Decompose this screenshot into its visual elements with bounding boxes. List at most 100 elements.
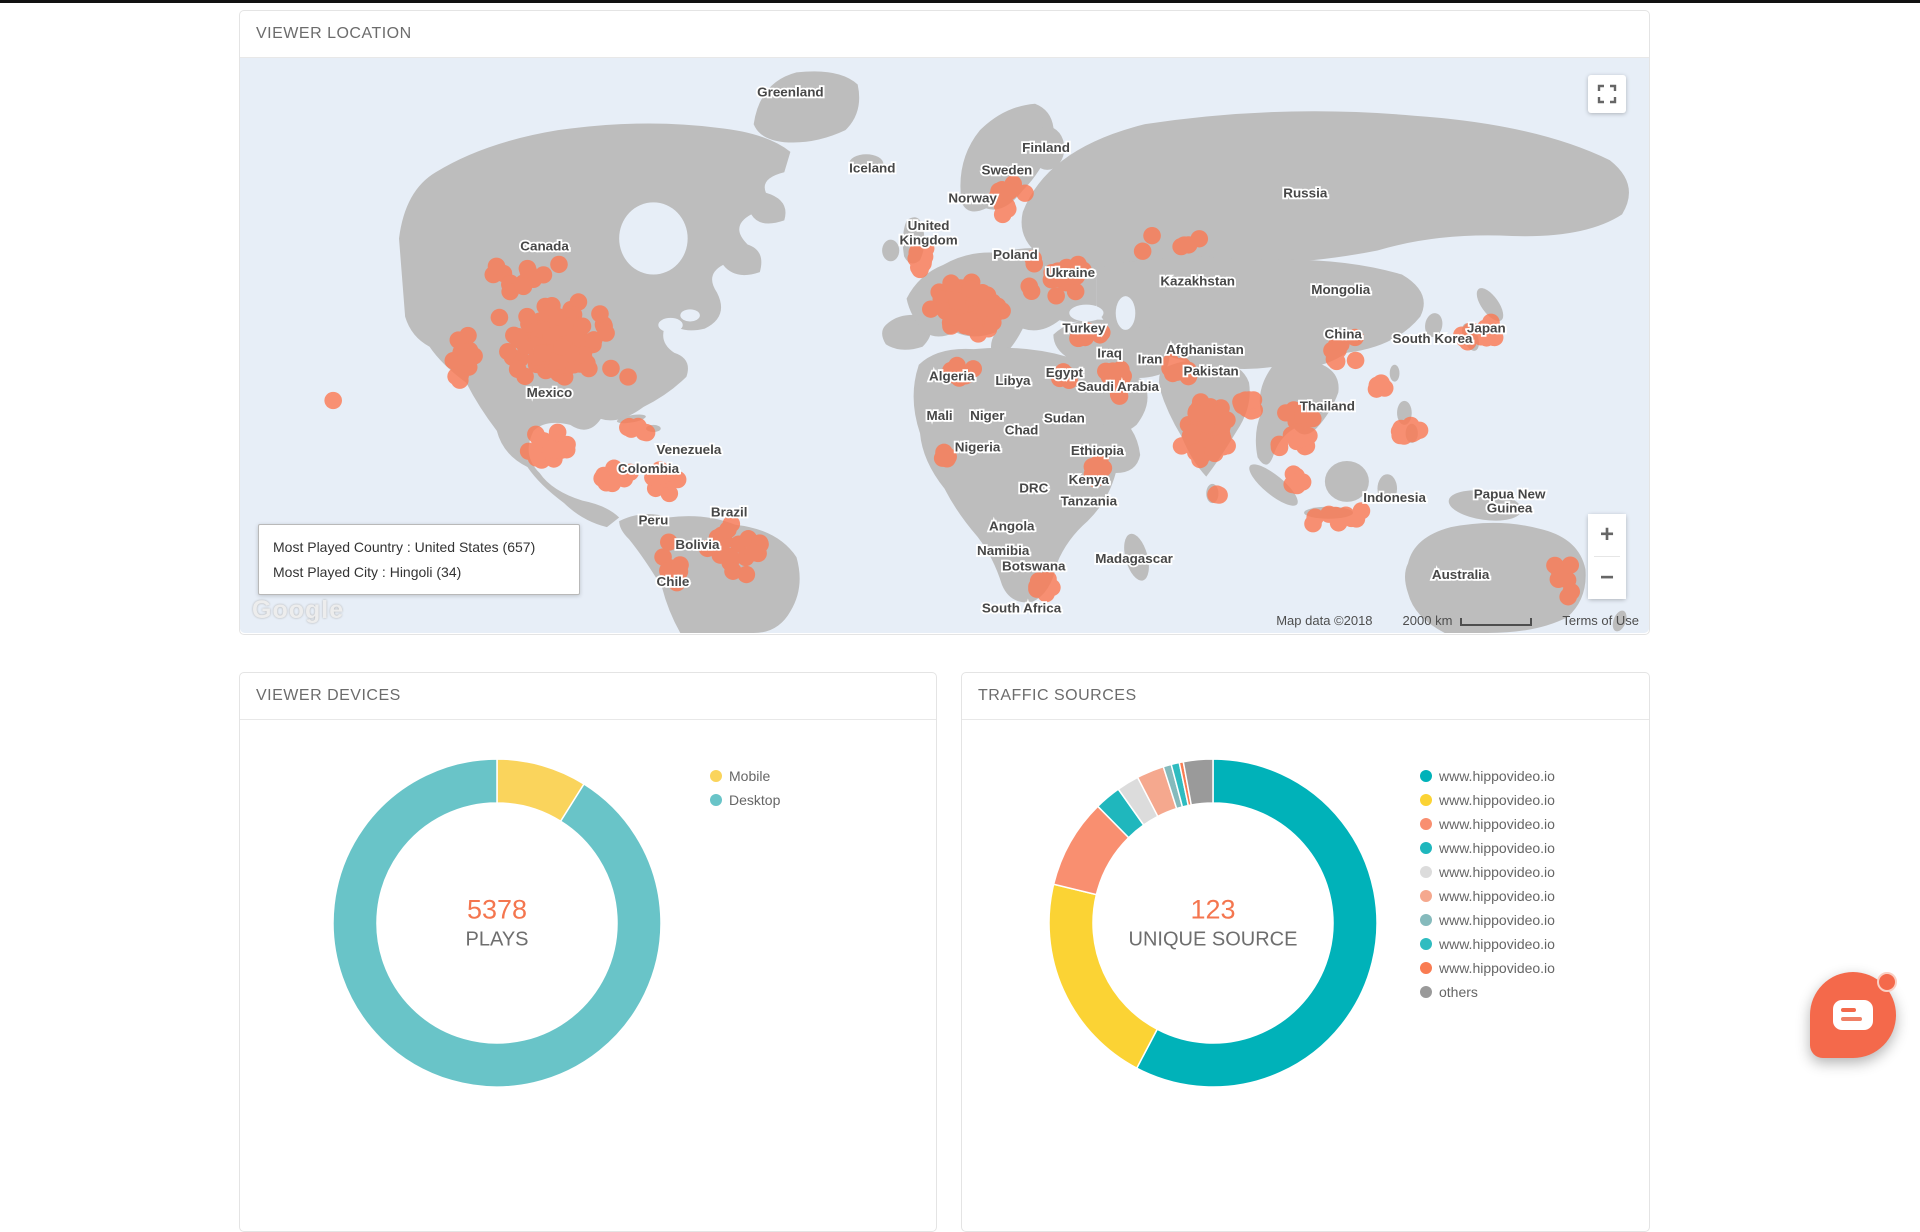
map-country-label: Niger xyxy=(970,408,1004,423)
most-played-country: Most Played Country : United States (657… xyxy=(273,535,565,560)
zoom-in-button[interactable]: + xyxy=(1588,514,1626,556)
legend-label: Desktop xyxy=(729,792,780,808)
devices-legend: Mobile Desktop xyxy=(710,766,780,814)
legend-marker-icon xyxy=(1420,794,1432,806)
map-country-label: Kingdom xyxy=(899,233,957,248)
legend-label: www.hippovideo.io xyxy=(1439,912,1555,928)
traffic-sources-header: TRAFFIC SOURCES xyxy=(962,673,1649,720)
map-country-label: Chile xyxy=(657,574,690,589)
map-country-label: Mongolia xyxy=(1311,282,1371,297)
legend-marker-icon xyxy=(1420,770,1432,782)
legend-item[interactable]: www.hippovideo.io xyxy=(1420,886,1555,906)
legend-label: www.hippovideo.io xyxy=(1439,768,1555,784)
map-country-label: Tanzania xyxy=(1061,494,1118,509)
chat-bubble-icon xyxy=(1833,1000,1873,1030)
legend-marker-icon xyxy=(1420,866,1432,878)
legend-item[interactable]: Desktop xyxy=(710,790,780,810)
legend-item[interactable]: others xyxy=(1420,982,1555,1002)
map-country-label: Egypt xyxy=(1046,365,1084,380)
map-country-label: Libya xyxy=(995,373,1031,388)
map-country-label: Sudan xyxy=(1044,411,1085,426)
map-country-label: Colombia xyxy=(618,461,680,476)
map-country-label: Mali xyxy=(927,408,953,423)
map-country-label: Bolivia xyxy=(675,537,720,552)
map-country-label: Madagascar xyxy=(1095,551,1173,566)
minus-icon: − xyxy=(1600,564,1614,591)
map-country-label: Iraq xyxy=(1097,346,1122,361)
devices-donut-chart xyxy=(332,758,662,1088)
legend-marker-icon xyxy=(1420,962,1432,974)
map-fullscreen-button[interactable] xyxy=(1588,75,1626,113)
viewer-location-title: VIEWER LOCATION xyxy=(256,25,412,43)
map-country-label: Angola xyxy=(989,519,1035,534)
map-country-label: Ukraine xyxy=(1046,265,1095,280)
chat-widget-button[interactable] xyxy=(1810,972,1896,1058)
legend-item[interactable]: www.hippovideo.io xyxy=(1420,934,1555,954)
map-country-label: United xyxy=(908,218,950,233)
legend-item[interactable]: www.hippovideo.io xyxy=(1420,862,1555,882)
donut-slice[interactable] xyxy=(333,759,661,1087)
map-country-label: Finland xyxy=(1022,140,1070,155)
viewer-devices-title: VIEWER DEVICES xyxy=(256,687,401,705)
viewer-location-panel: VIEWER LOCATION GreenlandIcelandFinlandS… xyxy=(239,10,1650,635)
map-country-label: Russia xyxy=(1283,186,1328,201)
map-country-label: Iceland xyxy=(849,160,895,175)
map-zoom-control: + − xyxy=(1588,514,1626,599)
map-country-label: Thailand xyxy=(1300,399,1355,414)
legend-label: www.hippovideo.io xyxy=(1439,792,1555,808)
traffic-sources-panel: TRAFFIC SOURCES 123 UNIQUE SOURCE www.hi… xyxy=(961,672,1650,1232)
legend-item[interactable]: Mobile xyxy=(710,766,780,786)
map-country-label: Pakistan xyxy=(1183,364,1238,379)
map-country-label: Brazil xyxy=(711,504,748,519)
map-country-label: Ethiopia xyxy=(1071,443,1125,458)
legend-label: Mobile xyxy=(729,768,770,784)
map-country-label: Namibia xyxy=(977,543,1030,558)
terms-of-use-link[interactable]: Terms of Use xyxy=(1562,613,1639,628)
most-played-city: Most Played City : Hingoli (34) xyxy=(273,560,565,585)
map-country-label: Guinea xyxy=(1487,501,1533,516)
map-country-label: Norway xyxy=(948,190,997,205)
google-map[interactable]: GreenlandIcelandFinlandSwedenNorwayRussi… xyxy=(240,58,1649,633)
viewer-devices-chart-area: 5378 PLAYS MobileDesktop xyxy=(240,720,936,1230)
donut-slice[interactable] xyxy=(1049,884,1157,1068)
legend-item[interactable]: www.hippovideo.io xyxy=(1420,958,1555,978)
map-country-label: Saudi Arabia xyxy=(1077,379,1159,394)
legend-marker-icon xyxy=(710,770,722,782)
zoom-out-button[interactable]: − xyxy=(1588,557,1626,599)
map-country-label: Afghanistan xyxy=(1166,342,1244,357)
map-info-window: Most Played Country : United States (657… xyxy=(258,524,580,595)
fullscreen-icon xyxy=(1596,83,1618,105)
legend-marker-icon xyxy=(1420,986,1432,998)
legend-marker-icon xyxy=(1420,842,1432,854)
map-data-copyright: Map data ©2018 xyxy=(1276,613,1372,628)
map-country-label: Australia xyxy=(1432,567,1490,582)
map-country-label: Indonesia xyxy=(1363,490,1426,505)
top-edge-strip xyxy=(0,0,1920,3)
legend-label: others xyxy=(1439,984,1478,1000)
viewer-location-header: VIEWER LOCATION xyxy=(240,11,1649,58)
legend-label: www.hippovideo.io xyxy=(1439,888,1555,904)
google-logo[interactable]: Google xyxy=(252,596,344,625)
legend-item[interactable]: www.hippovideo.io xyxy=(1420,838,1555,858)
legend-item[interactable]: www.hippovideo.io xyxy=(1420,910,1555,930)
map-attribution: Map data ©2018 2000 km Terms of Use xyxy=(1276,613,1639,628)
legend-label: www.hippovideo.io xyxy=(1439,864,1555,880)
traffic-sources-chart-area: 123 UNIQUE SOURCE www.hippovideo.iowww.h… xyxy=(962,720,1649,1230)
legend-label: www.hippovideo.io xyxy=(1439,816,1555,832)
viewer-devices-panel: VIEWER DEVICES 5378 PLAYS MobileDesktop xyxy=(239,672,937,1232)
viewer-devices-header: VIEWER DEVICES xyxy=(240,673,936,720)
legend-marker-icon xyxy=(1420,938,1432,950)
map-country-label: Papua New xyxy=(1474,486,1546,501)
traffic-donut-chart xyxy=(1048,758,1378,1088)
legend-item[interactable]: www.hippovideo.io xyxy=(1420,766,1555,786)
map-country-label: Venezuela xyxy=(656,442,722,457)
map-country-label: Botswana xyxy=(1002,559,1066,574)
traffic-sources-title: TRAFFIC SOURCES xyxy=(978,687,1137,705)
legend-item[interactable]: www.hippovideo.io xyxy=(1420,814,1555,834)
map-country-label: South Korea xyxy=(1393,331,1473,346)
legend-item[interactable]: www.hippovideo.io xyxy=(1420,790,1555,810)
map-country-label: South Africa xyxy=(982,601,1062,616)
map-country-label: Peru xyxy=(638,513,668,528)
legend-label: www.hippovideo.io xyxy=(1439,936,1555,952)
legend-label: www.hippovideo.io xyxy=(1439,840,1555,856)
